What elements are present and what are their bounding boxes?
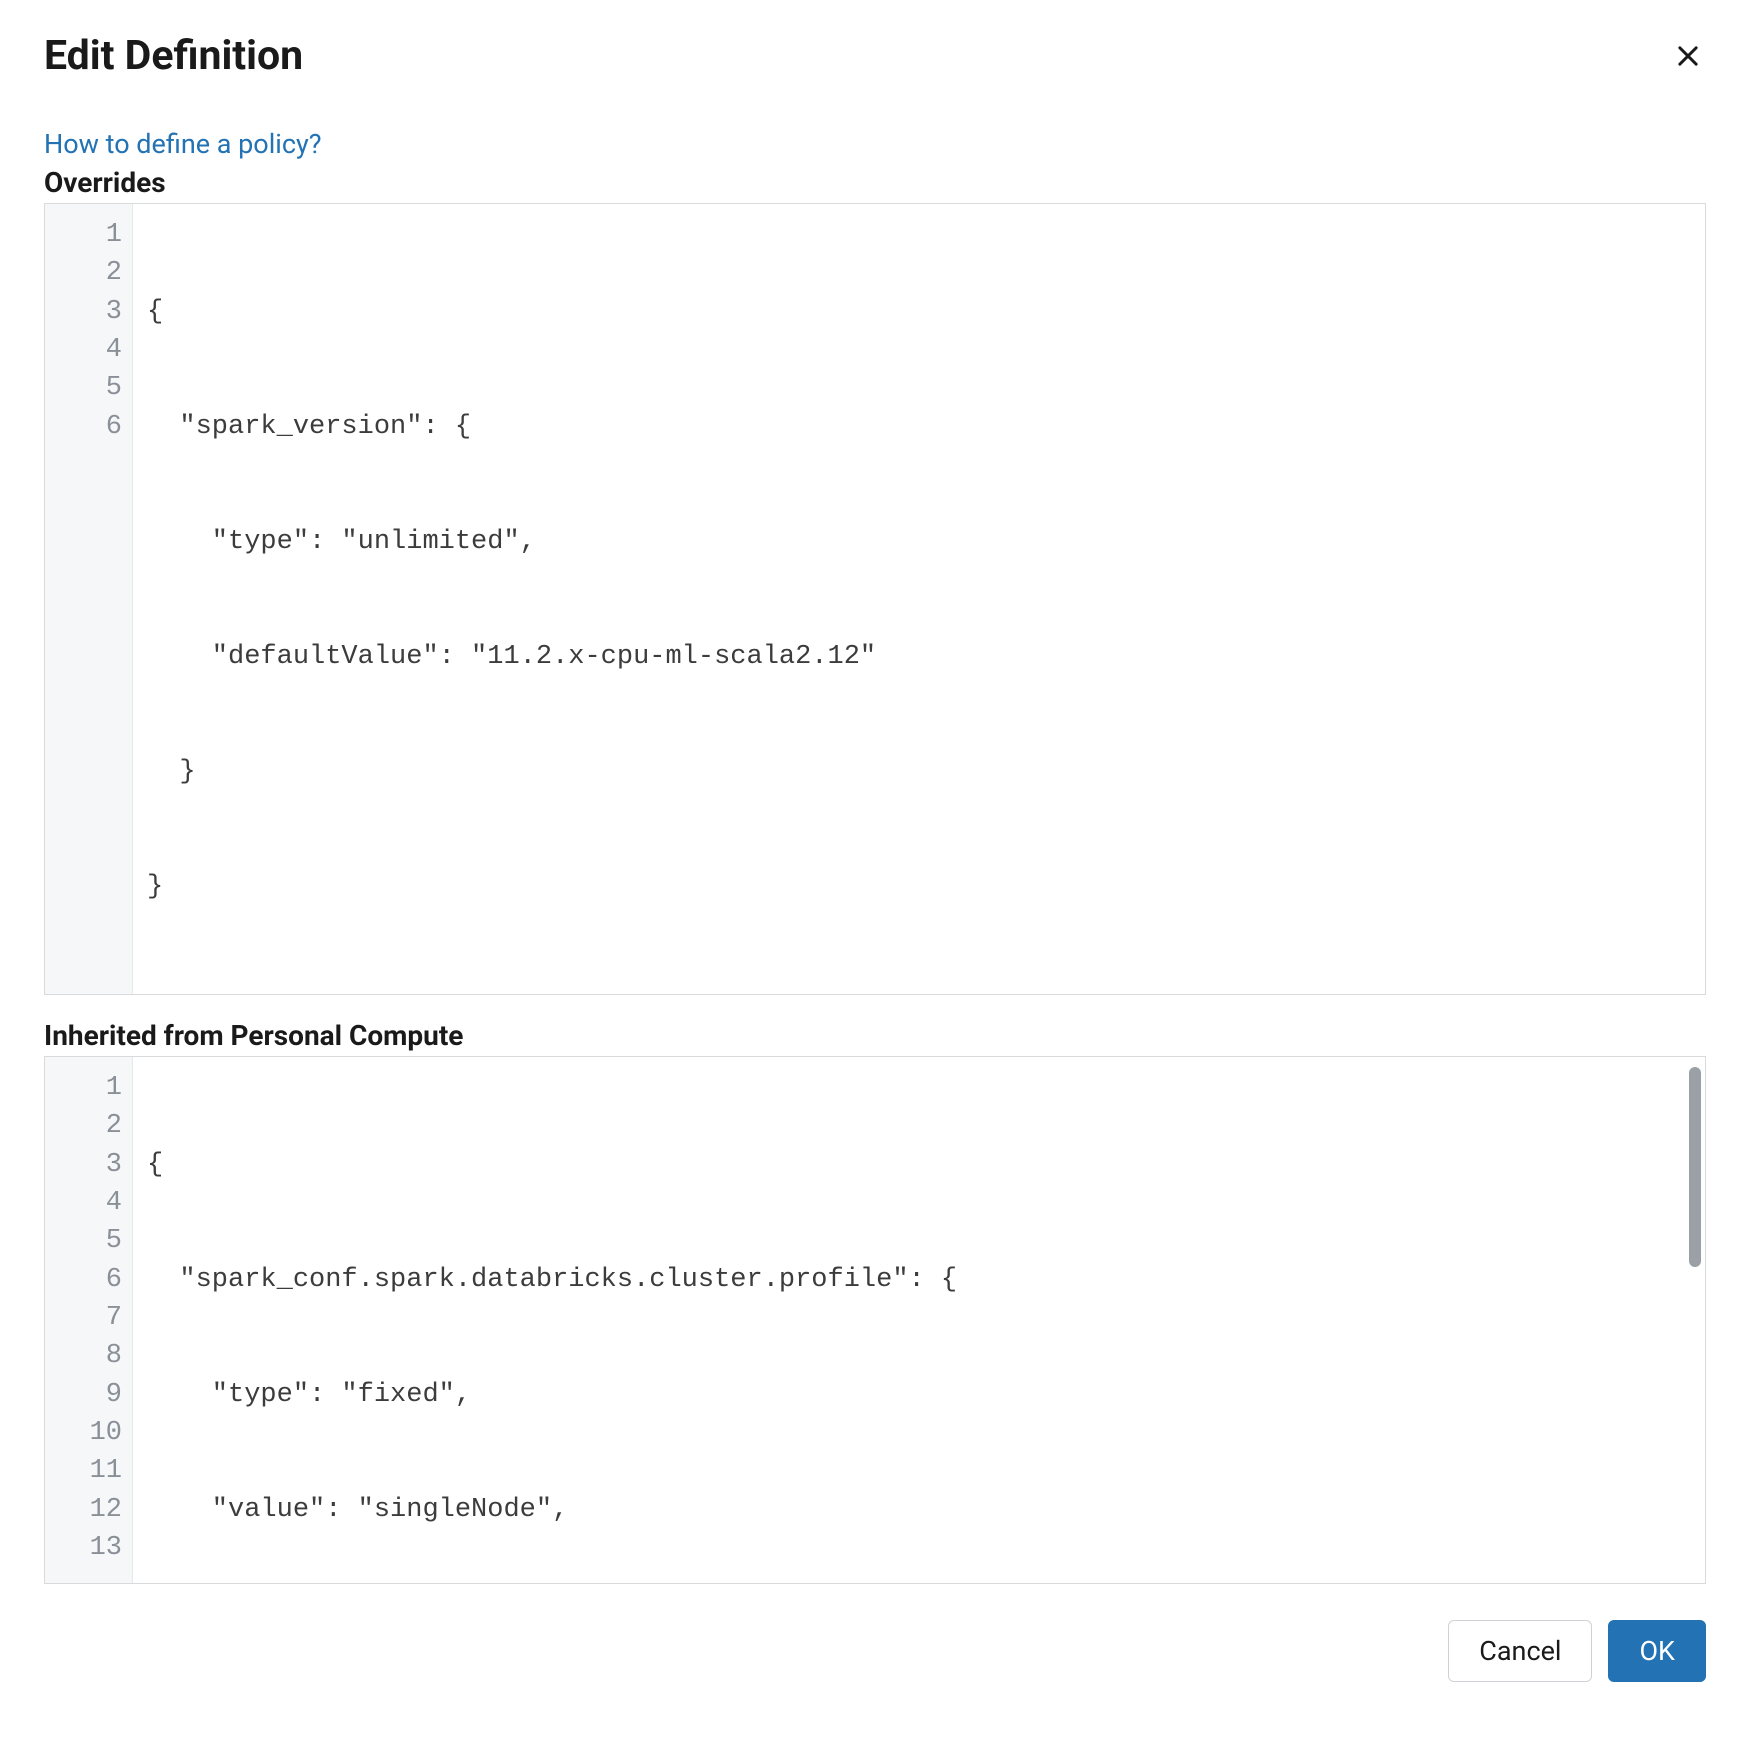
line-number: 3 (63, 293, 122, 331)
line-number: 1 (63, 216, 122, 254)
line-number: 11 (63, 1452, 122, 1490)
line-number: 4 (63, 331, 122, 369)
line-number: 6 (63, 408, 122, 446)
line-number: 1 (63, 1069, 122, 1107)
overrides-label: Overrides (44, 166, 1706, 199)
dialog-title: Edit Definition (44, 32, 303, 80)
code-line: "type": "unlimited", (147, 523, 1691, 561)
line-number: 4 (63, 1184, 122, 1222)
overrides-content[interactable]: { "spark_version": { "type": "unlimited"… (133, 204, 1705, 994)
code-line: { (147, 1146, 1691, 1184)
code-line: "spark_conf.spark.databricks.cluster.pro… (147, 1261, 1691, 1299)
line-number: 5 (63, 369, 122, 407)
line-number: 8 (63, 1337, 122, 1375)
line-number: 13 (63, 1529, 122, 1567)
inherited-label: Inherited from Personal Compute (44, 1019, 1706, 1052)
code-line: "type": "fixed", (147, 1376, 1691, 1414)
help-link[interactable]: How to define a policy? (44, 128, 322, 160)
line-number: 12 (63, 1491, 122, 1529)
line-number: 5 (63, 1222, 122, 1260)
code-line: "spark_version": { (147, 408, 1691, 446)
inherited-content[interactable]: { "spark_conf.spark.databricks.cluster.p… (133, 1057, 1705, 1583)
line-number: 3 (63, 1146, 122, 1184)
overrides-editor[interactable]: 1 2 3 4 5 6 { "spark_version": { "type":… (44, 203, 1706, 995)
scrollbar-thumb[interactable] (1689, 1067, 1701, 1267)
line-number: 10 (63, 1414, 122, 1452)
code-line: } (147, 868, 1691, 906)
close-button[interactable] (1670, 38, 1706, 74)
close-icon (1674, 42, 1702, 70)
cancel-button[interactable]: Cancel (1448, 1620, 1592, 1682)
line-number: 6 (63, 1261, 122, 1299)
inherited-editor[interactable]: 1 2 3 4 5 6 7 8 9 10 11 12 13 { "spark_c… (44, 1056, 1706, 1584)
inherited-gutter: 1 2 3 4 5 6 7 8 9 10 11 12 13 (45, 1057, 133, 1583)
line-number: 9 (63, 1376, 122, 1414)
code-line: } (147, 753, 1691, 791)
dialog-footer: Cancel OK (44, 1620, 1706, 1682)
code-line: { (147, 293, 1691, 331)
line-number: 2 (63, 254, 122, 292)
line-number: 7 (63, 1299, 122, 1337)
code-line: "defaultValue": "11.2.x-cpu-ml-scala2.12… (147, 638, 1691, 676)
ok-button[interactable]: OK (1608, 1620, 1706, 1682)
overrides-gutter: 1 2 3 4 5 6 (45, 204, 133, 994)
code-line: "value": "singleNode", (147, 1491, 1691, 1529)
dialog-header: Edit Definition (44, 32, 1706, 80)
line-number: 2 (63, 1107, 122, 1145)
